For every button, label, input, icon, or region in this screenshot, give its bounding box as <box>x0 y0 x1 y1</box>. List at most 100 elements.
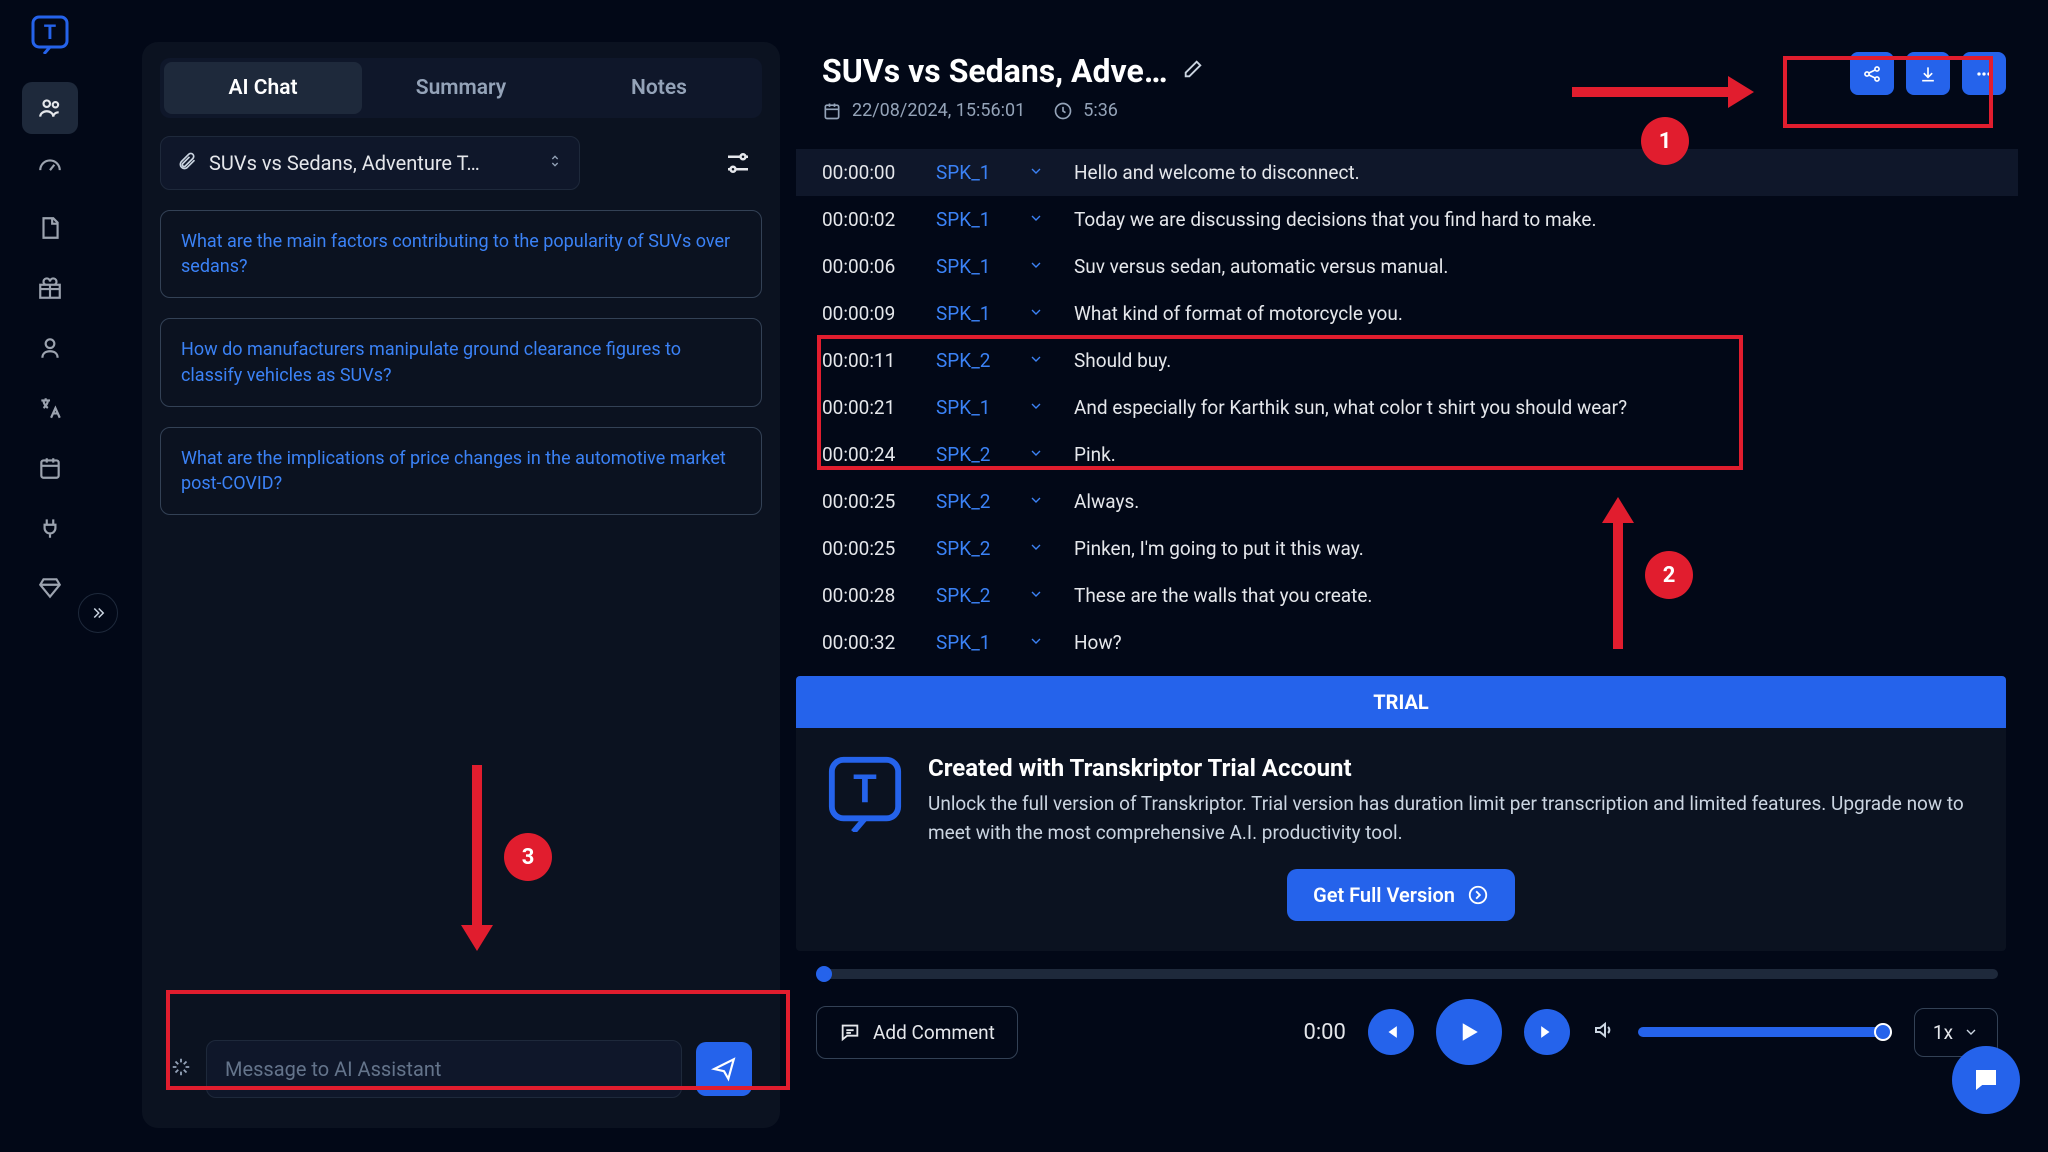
chevron-down-icon <box>1963 1024 1979 1040</box>
prev-button[interactable] <box>1368 1009 1414 1055</box>
next-button[interactable] <box>1524 1009 1570 1055</box>
transcript-text: Suv versus sedan, automatic versus manua… <box>1074 255 1992 278</box>
annotation-arrow-1 <box>1572 87 1728 97</box>
ai-message-input[interactable] <box>206 1040 682 1098</box>
transcript-speaker[interactable]: SPK_2 <box>936 537 1014 560</box>
transcript-text: How? <box>1074 631 1992 654</box>
transcript-row[interactable]: 00:00:02SPK_1Today we are discussing dec… <box>796 196 2018 243</box>
transcript-row[interactable]: 00:00:21SPK_1And especially for Karthik … <box>796 384 2018 431</box>
sidebar-item-gift[interactable] <box>22 262 78 314</box>
transcript-text: Pink. <box>1074 443 1992 466</box>
transcript-text: Hello and welcome to disconnect. <box>1074 161 1992 184</box>
volume-handle[interactable] <box>1874 1023 1892 1041</box>
seek-bar[interactable] <box>816 969 1998 979</box>
volume-bar[interactable] <box>1638 1027 1892 1037</box>
transcript-speaker[interactable]: SPK_1 <box>936 631 1014 654</box>
transcript-time: 00:00:25 <box>822 490 922 513</box>
transcript-speaker[interactable]: SPK_1 <box>936 396 1014 419</box>
suggestion-item[interactable]: What are the main factors contributing t… <box>160 210 762 298</box>
sidebar-item-person[interactable] <box>22 322 78 374</box>
transcript-row[interactable]: 00:00:25SPK_2Pinken, I'm going to put it… <box>796 525 2018 572</box>
annotation-arrowhead-1 <box>1728 76 1754 108</box>
share-button[interactable] <box>1850 52 1894 95</box>
transcript-time: 00:00:00 <box>822 161 922 184</box>
seek-handle[interactable] <box>816 966 832 982</box>
chevron-down-icon[interactable] <box>1028 537 1060 560</box>
chevron-down-icon[interactable] <box>1028 208 1060 231</box>
sidebar-item-people[interactable] <box>22 82 78 134</box>
transcript-time: 00:00:11 <box>822 349 922 372</box>
document-title: SUVs vs Sedans, Adve… <box>822 52 1168 90</box>
chevron-down-icon[interactable] <box>1028 161 1060 184</box>
chevron-down-icon[interactable] <box>1028 584 1060 607</box>
trial-heading: Created with Transkriptor Trial Account <box>928 754 1976 782</box>
transcript-row[interactable]: 00:00:25SPK_2Always. <box>796 478 2018 525</box>
transcript-row[interactable]: 00:00:28SPK_2These are the walls that yo… <box>796 572 2018 619</box>
speed-label: 1x <box>1933 1021 1953 1044</box>
play-button[interactable] <box>1436 999 1502 1065</box>
meta-date-text: 22/08/2024, 15:56:01 <box>852 100 1025 121</box>
transcript-speaker[interactable]: SPK_2 <box>936 584 1014 607</box>
chevron-down-icon[interactable] <box>1028 349 1060 372</box>
meta-date: 22/08/2024, 15:56:01 <box>822 100 1025 121</box>
download-button[interactable] <box>1906 52 1950 95</box>
annotation-arrow-3 <box>472 765 482 925</box>
chevron-down-icon[interactable] <box>1028 396 1060 419</box>
transcript-time: 00:00:09 <box>822 302 922 325</box>
clock-icon <box>1053 101 1073 121</box>
volume-icon[interactable] <box>1592 1018 1616 1046</box>
transcript-speaker[interactable]: SPK_1 <box>936 161 1014 184</box>
transcript-time: 00:00:32 <box>822 631 922 654</box>
chevron-down-icon[interactable] <box>1028 255 1060 278</box>
sidebar-item-plug[interactable] <box>22 502 78 554</box>
compose-row <box>156 1028 766 1110</box>
arrow-right-circle-icon <box>1467 884 1489 906</box>
sidebar-expand-button[interactable] <box>78 593 118 633</box>
transcript-row[interactable]: 00:00:11SPK_2Should buy. <box>796 337 2018 384</box>
calendar-icon <box>822 101 842 121</box>
transcript-speaker[interactable]: SPK_2 <box>936 349 1014 372</box>
transcript-time: 00:00:21 <box>822 396 922 419</box>
more-button[interactable] <box>1962 52 2006 95</box>
app-logo: T <box>28 12 72 56</box>
add-comment-button[interactable]: Add Comment <box>816 1006 1018 1059</box>
file-selector[interactable]: SUVs vs Sedans, Adventure T… <box>160 136 580 190</box>
suggestion-item[interactable]: How do manufacturers manipulate ground c… <box>160 318 762 406</box>
updown-icon <box>547 153 563 173</box>
transcript-speaker[interactable]: SPK_1 <box>936 255 1014 278</box>
tab-summary[interactable]: Summary <box>362 62 560 114</box>
get-full-version-button[interactable]: Get Full Version <box>1287 869 1515 921</box>
transcript-speaker[interactable]: SPK_2 <box>936 490 1014 513</box>
suggestion-item[interactable]: What are the implications of price chang… <box>160 427 762 515</box>
svg-text:T: T <box>44 20 56 44</box>
edit-title-icon[interactable] <box>1182 58 1204 84</box>
transcript-row[interactable]: 00:00:32 SPK_1 How? <box>796 619 2018 666</box>
sidebar-item-calendar[interactable] <box>22 442 78 494</box>
chevron-down-icon[interactable] <box>1028 631 1060 654</box>
chat-bubble-button[interactable] <box>1952 1046 2020 1114</box>
sidebar-item-document[interactable] <box>22 202 78 254</box>
tab-notes[interactable]: Notes <box>560 62 758 114</box>
transcript-row[interactable]: 00:00:24SPK_2Pink. <box>796 431 2018 478</box>
sidebar-item-translate[interactable] <box>22 382 78 434</box>
transcript-row[interactable]: 00:00:00 SPK_1 Hello and welcome to discon… <box>796 149 2018 196</box>
annotation-arrow-2 <box>1613 523 1623 649</box>
transcript-speaker[interactable]: SPK_1 <box>936 302 1014 325</box>
transcript-panel: SUVs vs Sedans, Adve… 22/08/2024, 15:56:… <box>796 42 2018 1128</box>
trial-cta-label: Get Full Version <box>1313 883 1455 907</box>
chevron-down-icon[interactable] <box>1028 302 1060 325</box>
settings-sliders-button[interactable] <box>714 139 762 187</box>
transcript-text: Today we are discussing decisions that y… <box>1074 208 1992 231</box>
sidebar-item-gauge[interactable] <box>22 142 78 194</box>
send-button[interactable] <box>696 1042 752 1096</box>
transcript-row[interactable]: 00:00:06SPK_1Suv versus sedan, automatic… <box>796 243 2018 290</box>
transcript-row[interactable]: 00:00:09SPK_1What kind of format of moto… <box>796 290 2018 337</box>
annotation-arrowhead-3 <box>461 925 493 951</box>
chevron-down-icon[interactable] <box>1028 443 1060 466</box>
tab-ai-chat[interactable]: AI Chat <box>164 62 362 114</box>
sidebar-item-diamond[interactable] <box>22 562 78 614</box>
chevron-down-icon[interactable] <box>1028 490 1060 513</box>
transcript-speaker[interactable]: SPK_1 <box>936 208 1014 231</box>
transcript-speaker[interactable]: SPK_2 <box>936 443 1014 466</box>
transcript-time: 00:00:25 <box>822 537 922 560</box>
